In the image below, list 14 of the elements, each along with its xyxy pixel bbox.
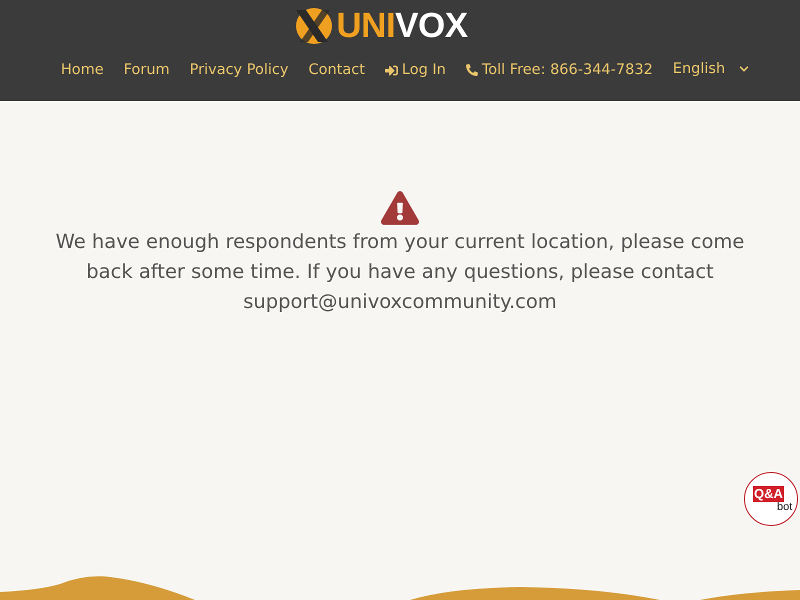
logo-wordmark: UNIVOX: [336, 6, 468, 46]
nav-link[interactable]: Privacy Policy: [190, 62, 288, 78]
nav-link[interactable]: Toll Free: 866-344-7832: [466, 62, 653, 78]
nav-link[interactable]: Home: [60, 62, 104, 78]
nav-link[interactable]: Log In: [384, 62, 446, 78]
notice-message: We have enough respondents from your current location, please come back after some time. If you have any questions, please contact support@univoxcommunity.com: [54, 229, 746, 315]
phone-icon: [466, 64, 478, 76]
warning-icon: [381, 189, 419, 227]
qa-bot-button[interactable]: Q&A bot: [744, 472, 798, 526]
login-icon: [384, 64, 398, 76]
nav-link[interactable]: Forum: [124, 62, 170, 78]
chevron-down-icon: [739, 64, 750, 74]
nav-link[interactable]: Contact: [308, 62, 365, 78]
language-select[interactable]: English: [672, 61, 750, 77]
